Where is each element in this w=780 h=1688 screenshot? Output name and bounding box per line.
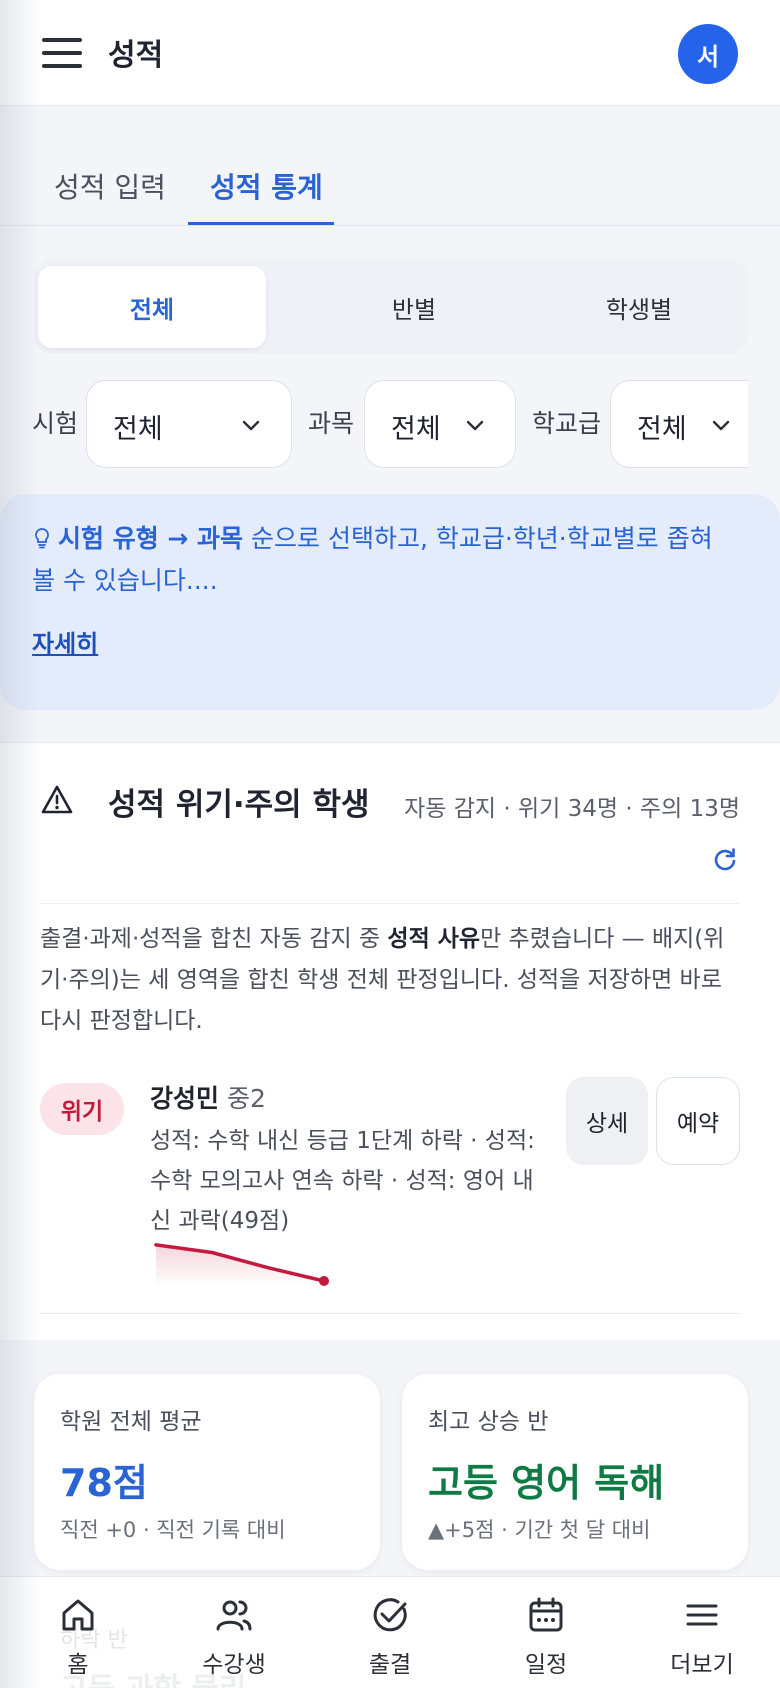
divider [40,903,740,904]
hint-text: 시험 유형 → 과목 순으로 선택하고, 학교급·학년·학교별로 좁혀 볼 수 … [32,518,732,602]
school-level-select-value: 전체 [637,414,687,445]
stat-card-academy-average: 학원 전체 평균 78점 직전 +0 · 직전 기록 대비 [34,1374,380,1570]
stat-card-top-rising-class: 최고 상승 반 고등 영어 독해 ▲+5점 · 기간 첫 달 대비 [402,1374,748,1570]
segment-all[interactable]: 전체 [38,266,266,348]
stat-value: 78점 [60,1461,148,1505]
nav-more[interactable]: 더보기 [642,1587,762,1687]
app-header: 성적 서 [0,0,780,106]
sparkline-last-point [319,1276,329,1286]
hint-more-link[interactable]: 자세히 [32,624,98,659]
subject-select-value: 전체 [391,414,441,445]
card-title: 성적 위기·주의 학생 [108,787,370,823]
falling-class-label: 하락 반 [60,1628,128,1653]
exam-filter-label: 시험 [32,409,79,438]
exam-select[interactable]: 전체 [86,380,292,468]
menu-icon [686,1604,718,1626]
student-grade: 중2 [226,1084,266,1113]
divider [40,1313,740,1314]
users-icon [216,1600,252,1631]
check-circle-icon [373,1598,407,1632]
nav-label: 일정 [524,1652,568,1678]
subject-select[interactable]: 전체 [364,380,516,468]
segment-by-class[interactable]: 반별 [300,266,528,348]
desc-text: 출결·과제·성적을 합친 자동 감지 중 [40,926,388,952]
student-name: 강성민 [150,1084,220,1113]
stat-note: 직전 +0 · 직전 기록 대비 [60,1518,286,1542]
segment-by-student[interactable]: 학생별 [534,266,744,348]
chevron-down-icon [466,420,484,431]
lightbulb-icon [35,528,49,549]
risk-students-card: 성적 위기·주의 학생 자동 감지 · 위기 34명 · 주의 13명 출결·과… [0,742,780,1340]
hint-box: 시험 유형 → 과목 순으로 선택하고, 학교급·학년·학교별로 좁혀 볼 수 … [0,494,780,710]
scope-segmented-control: 전체 반별 학생별 [34,260,748,354]
falling-class-value: 고등 과학 물리 [60,1664,247,1688]
calendar-icon [529,1597,563,1632]
nav-schedule[interactable]: 일정 [486,1587,606,1687]
card-subtitle: 자동 감지 · 위기 34명 · 주의 13명 [404,796,740,822]
exam-select-value: 전체 [113,414,163,445]
risk-badge: 위기 [40,1083,124,1135]
hint-emphasis: 시험 유형 → 과목 [58,524,244,553]
desc-emphasis: 성적 사유 [387,926,481,952]
chevron-down-icon [242,420,260,431]
chevron-down-icon [712,420,730,431]
card-description: 출결·과제·성적을 합친 자동 감지 중 성적 사유만 추렸습니다 — 배지(위… [40,919,740,1042]
student-risk-detail: 성적: 수학 내신 등급 1단계 하락 · 성적: 수학 모의고사 연속 하락 … [150,1128,535,1234]
avatar[interactable]: 서 [678,24,738,84]
stat-label: 학원 전체 평균 [60,1409,202,1435]
book-consult-button[interactable]: 예약 [656,1077,740,1165]
nav-label: 더보기 [670,1652,734,1678]
refresh-icon[interactable] [712,847,738,873]
hamburger-menu-icon[interactable] [42,38,82,68]
stat-value: 고등 영어 독해 [428,1461,665,1505]
tab-grade-input[interactable]: 성적 입력 [54,166,166,206]
sparkline-area [156,1244,324,1287]
active-tab-indicator [188,222,334,225]
stat-label: 최고 상승 반 [428,1409,549,1435]
page-title: 성적 [108,38,164,73]
stat-note: ▲+5점 · 기간 첫 달 대비 [428,1518,651,1542]
nav-label: 출결 [368,1652,412,1678]
tab-bar: 성적 입력 성적 통계 [0,106,780,226]
trend-sparkline [154,1243,329,1287]
nav-attendance[interactable]: 출결 [330,1587,450,1687]
school-level-filter-label: 학교급 [532,409,602,438]
student-detail-button[interactable]: 상세 [566,1077,648,1165]
subject-filter-label: 과목 [308,409,355,438]
warning-icon [41,785,73,814]
school-level-select[interactable]: 전체 [610,380,748,468]
tab-grade-stats[interactable]: 성적 통계 [210,166,323,206]
student-name-line: 강성민 중2 [150,1079,266,1115]
